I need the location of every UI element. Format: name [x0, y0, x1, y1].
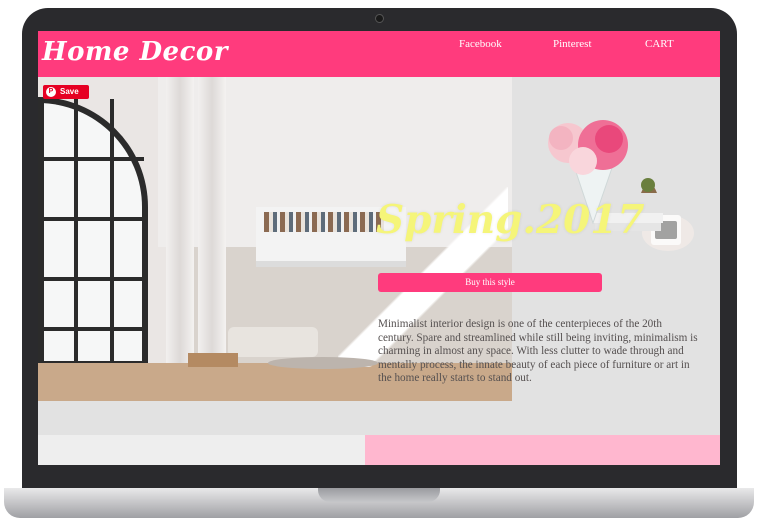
buy-this-style-button[interactable]: Buy this style — [378, 273, 602, 292]
nav-facebook[interactable]: Facebook — [459, 38, 502, 50]
pinterest-icon: P — [46, 87, 56, 97]
nav-cart[interactable]: CART — [645, 38, 674, 50]
sofa — [228, 327, 318, 357]
hero-description: Minimalist interior design is one of the… — [378, 318, 698, 385]
site-header: Home Decor Facebook Pinterest CART — [38, 31, 720, 77]
lower-section-image — [38, 435, 365, 465]
save-label: Save — [60, 87, 79, 96]
lower-section-panel — [365, 435, 720, 465]
laptop-notch — [318, 488, 440, 502]
nav-pinterest[interactable]: Pinterest — [553, 38, 592, 50]
camera-icon — [375, 14, 384, 23]
website-screen: Home Decor Facebook Pinterest CART P Sav… — [38, 31, 720, 465]
pinterest-save-button[interactable]: P Save — [43, 85, 89, 99]
hero-headline: Spring.2017 — [376, 197, 645, 243]
site-logo[interactable]: Home Decor — [42, 37, 228, 67]
